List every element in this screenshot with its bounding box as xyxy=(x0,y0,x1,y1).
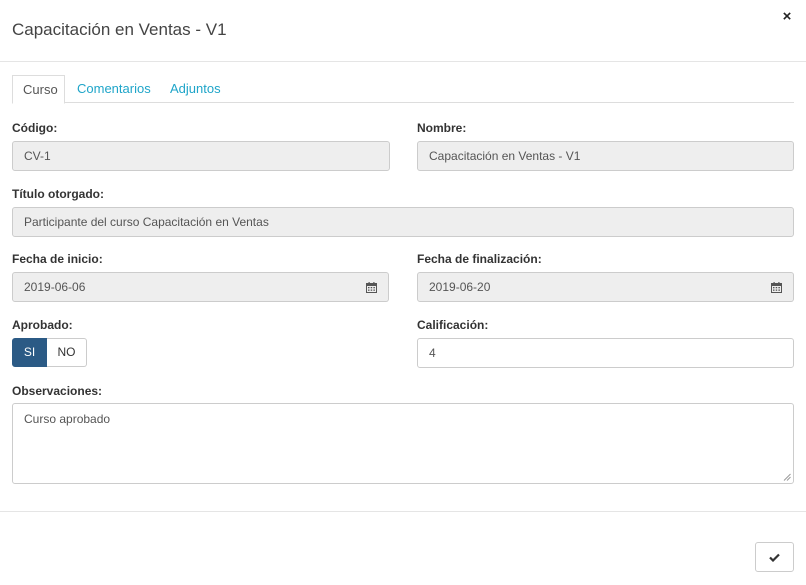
observaciones-text: Curso aprobado xyxy=(24,412,111,426)
close-icon[interactable]: × xyxy=(780,9,794,25)
tab-curso[interactable]: Curso xyxy=(12,75,65,104)
tab-adjuntos[interactable]: Adjuntos xyxy=(160,75,231,103)
fecha-inicio-group: 2019-06-06 xyxy=(12,272,389,302)
fecha-fin-field[interactable]: 2019-06-20 xyxy=(417,272,761,302)
titulo-field[interactable]: Participante del curso Capacitación en V… xyxy=(12,207,794,237)
dialog-footer xyxy=(0,511,806,585)
aprobado-toggle: SI NO xyxy=(12,338,87,367)
checkmark-icon xyxy=(769,553,780,562)
dialog-title: Capacitación en Ventas - V1 xyxy=(12,20,227,39)
tab-comentarios[interactable]: Comentarios xyxy=(67,75,161,103)
fecha-inicio-label: Fecha de inicio: xyxy=(12,252,103,266)
calificacion-label: Calificación: xyxy=(417,318,489,332)
tab-bar: Curso Comentarios Adjuntos xyxy=(12,75,794,104)
codigo-field[interactable]: CV-1 xyxy=(12,141,390,171)
aprobado-si-button[interactable]: SI xyxy=(12,338,47,367)
dialog-header: Capacitación en Ventas - V1 × xyxy=(0,0,806,62)
nombre-field[interactable]: Capacitación en Ventas - V1 xyxy=(417,141,794,171)
aprobado-label: Aprobado: xyxy=(12,318,73,332)
fecha-fin-label: Fecha de finalización: xyxy=(417,252,542,266)
titulo-label: Título otorgado: xyxy=(12,187,104,201)
nombre-label: Nombre: xyxy=(417,121,467,135)
calificacion-field[interactable]: 4 xyxy=(417,338,794,368)
codigo-label: Código: xyxy=(12,121,58,135)
course-dialog: Capacitación en Ventas - V1 × Curso Come… xyxy=(0,0,806,585)
observaciones-textarea[interactable]: Curso aprobado xyxy=(12,403,794,484)
resize-grip-icon[interactable] xyxy=(783,473,791,481)
aprobado-no-button[interactable]: NO xyxy=(47,338,87,367)
calendar-icon[interactable] xyxy=(355,272,389,302)
observaciones-label: Observaciones: xyxy=(12,384,103,398)
fecha-fin-group: 2019-06-20 xyxy=(417,272,794,302)
confirm-button[interactable] xyxy=(755,542,794,572)
calendar-icon[interactable] xyxy=(760,272,794,302)
fecha-inicio-field[interactable]: 2019-06-06 xyxy=(12,272,356,302)
